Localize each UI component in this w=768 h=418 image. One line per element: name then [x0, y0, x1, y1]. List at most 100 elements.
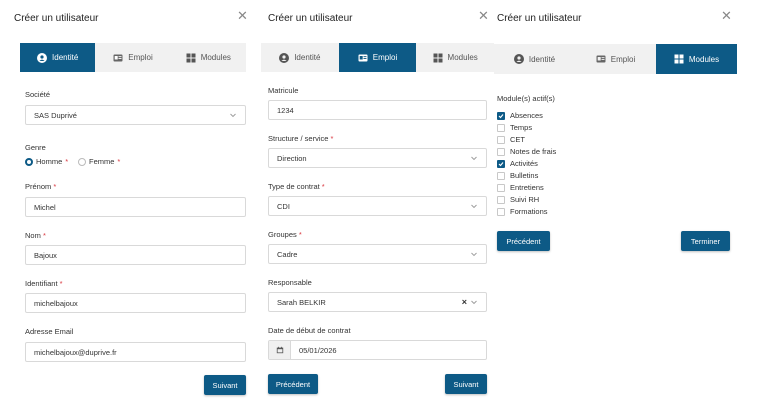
chevron-down-icon: [230, 113, 236, 118]
previous-button[interactable]: Précédent: [268, 374, 318, 394]
checkbox-unchecked-icon[interactable]: [497, 147, 505, 156]
module-checkbox-item[interactable]: Suivi RH: [497, 195, 539, 204]
radio-unselected-icon: [78, 157, 86, 166]
module-label: Notes de frais: [510, 147, 557, 156]
identifiant-value: michelbajoux: [34, 298, 78, 308]
identifiant-input[interactable]: michelbajoux: [25, 293, 246, 313]
module-checkbox-item[interactable]: Activités: [497, 159, 538, 168]
module-label: Suivi RH: [510, 195, 540, 204]
tab-emploi[interactable]: Emploi: [95, 43, 170, 72]
tab-identite[interactable]: Identité: [20, 43, 96, 72]
checkbox-unchecked-icon[interactable]: [497, 207, 505, 216]
tab-label: Identité: [528, 54, 556, 64]
tab-label: Emploi: [372, 53, 398, 62]
dialog-title: Créer un utilisateur: [497, 13, 582, 24]
radio-femme[interactable]: Femme *: [78, 157, 120, 166]
date-input[interactable]: 05/01/2026: [268, 340, 487, 360]
matricule-value: 1234: [277, 105, 294, 115]
module-checkbox-item[interactable]: Formations: [497, 207, 548, 216]
prenom-label: Prénom *: [25, 182, 57, 191]
date-value: 05/01/2026: [299, 345, 337, 355]
email-label: Adresse Email: [25, 327, 74, 336]
chevron-down-icon: [471, 156, 477, 161]
required-marker: *: [65, 157, 69, 166]
module-label: Absences: [510, 111, 543, 120]
tab-modules[interactable]: Modules: [656, 44, 737, 74]
tab-label: Modules: [688, 54, 720, 64]
modules-icon: [186, 53, 196, 62]
prenom-input[interactable]: Michel: [25, 197, 246, 217]
groupes-select[interactable]: Cadre: [268, 244, 487, 264]
email-input[interactable]: michelbajoux@duprive.fr: [25, 342, 246, 362]
identifiant-label: Identifiant *: [25, 279, 63, 288]
responsable-select[interactable]: Sarah BELKIR ×: [268, 292, 487, 312]
nom-input[interactable]: Bajoux: [25, 245, 246, 265]
contrat-value: CDI: [277, 201, 290, 211]
id-card-icon: [113, 54, 123, 61]
tab-identite[interactable]: Identité: [494, 44, 575, 74]
close-icon[interactable]: ✕: [478, 9, 489, 22]
checkbox-checked-icon[interactable]: [497, 159, 505, 168]
genre-label: Genre: [25, 143, 46, 152]
checkbox-unchecked-icon[interactable]: [497, 135, 505, 144]
tab-identite[interactable]: Identité: [261, 43, 339, 72]
checkbox-checked-icon[interactable]: [497, 111, 505, 120]
clear-icon[interactable]: ×: [462, 297, 467, 307]
prenom-value: Michel: [34, 202, 56, 212]
matricule-input[interactable]: 1234: [268, 100, 487, 120]
matricule-label: Matricule: [268, 86, 299, 95]
next-button[interactable]: Suivant: [445, 374, 487, 394]
structure-label: Structure / service *: [268, 134, 334, 143]
structure-value: Direction: [277, 153, 307, 163]
tab-label: Modules: [200, 53, 231, 62]
tab-emploi[interactable]: Emploi: [338, 43, 417, 72]
module-checkbox-item[interactable]: Notes de frais: [497, 147, 556, 156]
module-checkbox-item[interactable]: Temps: [497, 123, 532, 132]
previous-button[interactable]: Précédent: [497, 231, 550, 251]
email-value: michelbajoux@duprive.fr: [34, 347, 117, 357]
identity-panel: Créer un utilisateur ✕ Identité Emploi M…: [12, 0, 257, 418]
required-marker: *: [117, 157, 121, 166]
tab-emploi[interactable]: Emploi: [575, 44, 656, 74]
module-label: Bulletins: [510, 171, 539, 180]
module-label: Entretiens: [510, 183, 544, 192]
user-circle-icon: [513, 54, 524, 64]
responsable-value: Sarah BELKIR: [277, 297, 326, 307]
tab-label: Emploi: [128, 53, 153, 62]
contrat-label: Type de contrat *: [268, 182, 325, 191]
chevron-down-icon: [471, 252, 477, 257]
checkbox-unchecked-icon[interactable]: [497, 123, 505, 132]
module-checkbox-item[interactable]: Absences: [497, 111, 543, 120]
tab-bar: Identité Emploi Modules: [261, 43, 494, 72]
chevron-down-icon: [471, 300, 477, 305]
societe-value: SAS Duprivé: [34, 110, 77, 120]
tab-bar: Identité Emploi Modules: [20, 43, 246, 72]
close-icon[interactable]: ✕: [237, 9, 248, 22]
societe-select[interactable]: SAS Duprivé: [25, 105, 246, 125]
tab-modules[interactable]: Modules: [416, 43, 494, 72]
module-checkbox-item[interactable]: Entretiens: [497, 183, 544, 192]
finish-button[interactable]: Terminer: [681, 231, 730, 251]
modules-icon: [433, 53, 443, 62]
radio-homme[interactable]: Homme *: [25, 157, 68, 166]
dialog-title: Créer un utilisateur: [268, 13, 353, 24]
module-checkbox-item[interactable]: Bulletins: [497, 171, 538, 180]
tab-modules[interactable]: Modules: [171, 43, 246, 72]
radio-label: Femme: [89, 157, 115, 166]
groupes-value: Cadre: [277, 249, 298, 259]
contrat-select[interactable]: CDI: [268, 196, 487, 216]
close-icon[interactable]: ✕: [721, 9, 732, 22]
tab-label: Modules: [447, 53, 478, 62]
checkbox-unchecked-icon[interactable]: [497, 183, 505, 192]
module-label: Temps: [510, 123, 533, 132]
checkbox-unchecked-icon[interactable]: [497, 171, 505, 180]
tab-label: Emploi: [610, 54, 636, 64]
emploi-panel: Créer un utilisateur ✕ Identité Emploi M…: [257, 0, 494, 418]
calendar-icon[interactable]: [269, 341, 291, 359]
id-card-icon: [596, 55, 606, 63]
dialog-title: Créer un utilisateur: [14, 13, 99, 24]
next-button[interactable]: Suivant: [204, 375, 246, 395]
module-checkbox-item[interactable]: CET: [497, 135, 525, 144]
checkbox-unchecked-icon[interactable]: [497, 195, 505, 204]
structure-select[interactable]: Direction: [268, 148, 487, 168]
